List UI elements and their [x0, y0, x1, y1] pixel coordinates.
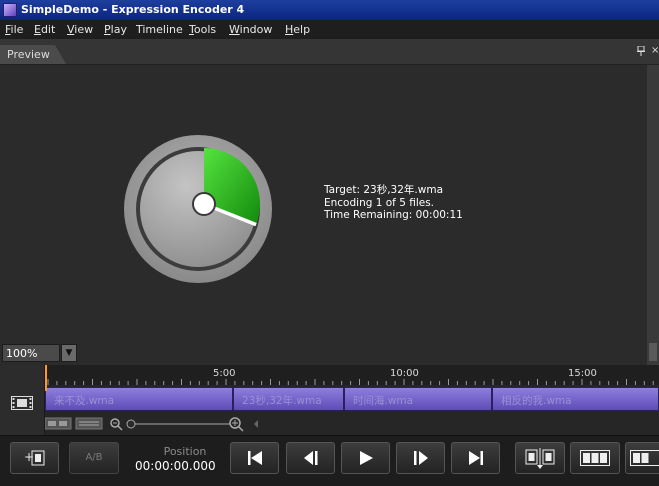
zoom-select[interactable]: 100% ▼ [2, 344, 76, 362]
pin-icon[interactable] [637, 46, 645, 56]
chevron-down-icon[interactable]: ▼ [61, 344, 77, 362]
timeline-clip[interactable]: 来不及.wma [45, 387, 233, 411]
split-clip-button[interactable] [515, 442, 565, 474]
status-target: Target: 23秒,32年.wma [324, 184, 463, 197]
transport-bar: + A/B Position 00:00:00.000 [0, 435, 659, 486]
film-strip-icon [11, 396, 33, 410]
tick-label: 10:00 [390, 368, 419, 379]
status-time-remaining: Time Remaining: 00:00:11 [324, 209, 463, 222]
menu-edit[interactable]: Edit [34, 23, 55, 36]
position-value: 00:00:00.000 [135, 459, 207, 473]
clip-strip-button-2[interactable] [625, 442, 659, 474]
timeline-panel: 5:00 10:00 15:00 来不及.wma 23秒,32年.wma 时间海… [0, 365, 659, 435]
scroll-left-icon[interactable] [254, 420, 258, 428]
next-frame-button[interactable] [396, 442, 445, 474]
tab-preview[interactable]: Preview [0, 45, 66, 64]
menu-window[interactable]: Window [229, 23, 272, 36]
tick-label: 15:00 [568, 368, 597, 379]
ab-compare-button[interactable]: A/B [69, 442, 119, 474]
timeline-clip[interactable]: 23秒,32年.wma [233, 387, 344, 411]
timeline-clip[interactable]: 时间海.wma [344, 387, 492, 411]
expression-encoder-app-icon [3, 3, 17, 17]
play-icon [358, 450, 374, 466]
film-strip-icon [580, 449, 610, 467]
clip-view-icon[interactable] [45, 418, 71, 429]
go-to-end-button[interactable] [451, 442, 500, 474]
step-forward-icon [413, 450, 429, 466]
menu-tools[interactable]: Tools [189, 23, 216, 36]
timeline-toolbar [45, 414, 659, 434]
play-button[interactable] [341, 442, 390, 474]
timeline-ruler[interactable]: 5:00 10:00 15:00 [45, 365, 659, 385]
skip-to-end-icon [468, 450, 484, 466]
split-clip-icon [525, 447, 555, 469]
close-panel-icon[interactable]: × [651, 45, 659, 56]
waveform-view-icon[interactable] [76, 418, 102, 429]
step-back-icon [303, 450, 319, 466]
menu-help[interactable]: Help [285, 23, 310, 36]
zoom-in-icon[interactable] [230, 418, 243, 431]
dial-hub [193, 193, 215, 215]
skip-to-start-icon [247, 450, 263, 466]
timeline-clip[interactable]: 相反的我.wma [492, 387, 659, 411]
preview-scrollbar[interactable] [647, 65, 659, 365]
zoom-out-icon[interactable] [111, 419, 122, 430]
menu-bar: File Edit View Play Timeline Tools Windo… [0, 20, 659, 39]
menu-timeline[interactable]: Timeline [136, 23, 183, 36]
title-bar: SimpleDemo - Expression Encoder 4 [0, 0, 659, 20]
add-clip-icon: + [24, 449, 46, 467]
ruler-ticks [45, 365, 659, 385]
zoom-value[interactable]: 100% [2, 344, 60, 362]
track-header [0, 365, 45, 435]
svg-text:+: + [24, 450, 34, 464]
go-to-start-button[interactable] [230, 442, 279, 474]
window-title: SimpleDemo - Expression Encoder 4 [21, 3, 244, 16]
position-label: Position [135, 445, 235, 458]
menu-play[interactable]: Play [104, 23, 127, 36]
film-strip-icon [630, 449, 659, 467]
clip-strip-button[interactable] [570, 442, 620, 474]
menu-file[interactable]: File [5, 23, 23, 36]
zoom-slider[interactable] [127, 420, 230, 428]
scrollbar-thumb[interactable] [649, 343, 657, 361]
panel-tab-bar: Preview × [0, 39, 659, 65]
encoding-status: Target: 23秒,32年.wma Encoding 1 of 5 file… [324, 184, 463, 222]
previous-frame-button[interactable] [286, 442, 335, 474]
encoding-progress-dial [124, 135, 272, 283]
tick-label: 5:00 [213, 368, 235, 379]
playhead[interactable] [45, 365, 47, 391]
status-file-count: Encoding 1 of 5 files. [324, 197, 463, 210]
add-marker-button[interactable]: + [10, 442, 59, 474]
menu-view[interactable]: View [67, 23, 93, 36]
